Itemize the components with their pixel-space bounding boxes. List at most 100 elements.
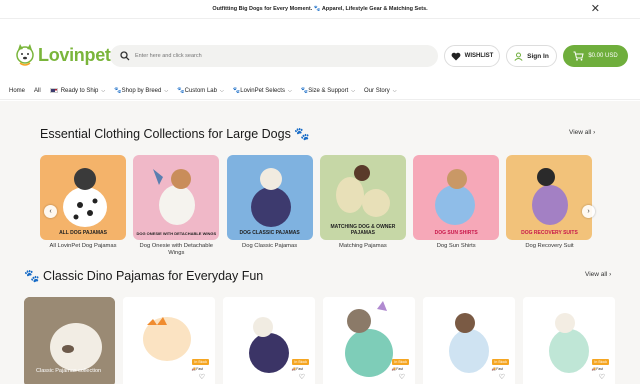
dog-illustration — [435, 169, 476, 225]
collection-promo-card[interactable]: Classic Pajamas collection — [24, 297, 115, 384]
chevron-right-icon: › — [587, 208, 590, 215]
sign-in-button[interactable]: Sign In — [506, 45, 557, 67]
fast-shipping-label: 🚚 Fast — [592, 367, 603, 371]
announcement-text: Outfitting Big Dogs for Every Moment. 🐾 … — [212, 6, 428, 12]
logo-text: Lovinpet — [38, 44, 111, 65]
collection-card[interactable]: DOG RECOVERY SUITS Dog Recovery Suit — [506, 155, 593, 257]
cart-total: $0.00 USD — [588, 53, 618, 59]
fast-label-text: Fast — [496, 367, 503, 371]
close-icon[interactable]: ✕ — [591, 3, 600, 15]
view-all-label: View all — [569, 129, 592, 136]
wishlist-label: WISHLIST — [464, 53, 494, 59]
nav-item-shop-by-breed[interactable]: 🐾Shop by Breed ⌵ — [114, 87, 169, 95]
nav-item-custom-lab[interactable]: 🐾Custom Lab ⌵ — [177, 87, 224, 95]
collection-card[interactable]: MATCHING DOG & OWNER PAJAMAS Matching Pa… — [319, 155, 406, 257]
chevron-down-icon: ⌵ — [164, 87, 169, 94]
collection-label: Matching Pajamas — [339, 243, 387, 249]
fast-label-text: Fast — [296, 367, 303, 371]
section-title: 🐾 Classic Dino Pajamas for Everyday Fun — [24, 269, 264, 283]
stock-badge: In Stock — [492, 359, 509, 365]
wishlist-heart-icon[interactable]: ♡ — [399, 373, 405, 381]
search-bar[interactable] — [110, 45, 438, 67]
logo[interactable]: Lovinpet — [14, 42, 111, 68]
collection-carousel: ALL DOG PAJAMAS All LovinPet Dog Pajamas… — [40, 155, 600, 257]
collection-banner: DOG SUN SHIRTS — [434, 230, 478, 236]
chevron-down-icon: ⌵ — [392, 87, 397, 94]
carousel-next-button[interactable]: › — [582, 205, 595, 218]
cart-button[interactable]: $0.00 USD — [563, 45, 628, 67]
collection-label: Dog Onesie with Detachable Wings — [139, 243, 214, 256]
dog-illustration — [153, 169, 196, 225]
collection-label: Dog Sun Shirts — [436, 243, 476, 249]
dog-logo-icon — [16, 44, 34, 66]
stock-badge: In Stock — [292, 359, 309, 365]
collection-label: Dog Recovery Suit — [525, 243, 574, 249]
chevron-down-icon: ⌵ — [351, 87, 356, 94]
nav-item-home[interactable]: Home — [9, 88, 25, 94]
wishlist-heart-icon[interactable]: ♡ — [199, 373, 205, 381]
product-card[interactable]: In Stock 🚚 Fast ♡ — [223, 297, 315, 384]
stock-badge: In Stock — [392, 359, 409, 365]
sign-in-label: Sign In — [527, 52, 549, 60]
collection-card[interactable]: DOG CLASSIC PAJAMAS Dog Classic Pajamas — [226, 155, 313, 257]
search-input[interactable] — [135, 53, 415, 59]
collection-image: DOG CLASSIC PAJAMAS — [226, 155, 313, 240]
nav-item-lovinpet-selects[interactable]: 🐾LovinPet Selects ⌵ — [232, 87, 292, 95]
collection-card[interactable]: DOG SUN SHIRTS Dog Sun Shirts — [413, 155, 500, 257]
collection-image: DOG RECOVERY SUITS — [506, 155, 593, 240]
collection-label: All LovinPet Dog Pajamas — [49, 243, 117, 249]
fast-shipping-label: 🚚 Fast — [192, 367, 203, 371]
chevron-down-icon: ⌵ — [287, 87, 292, 94]
nav-label: Ready to Ship — [60, 87, 99, 94]
nav-item-our-story[interactable]: Our Story ⌵ — [364, 88, 396, 94]
nav-label: 🐾Size & Support — [300, 88, 349, 94]
view-all-label: View all — [585, 271, 608, 278]
search-icon[interactable] — [120, 51, 130, 61]
promo-text: Classic Pajamas collection — [36, 368, 102, 374]
collection-card[interactable]: DOG ONESIE WITH DETACHABLE WINGS Dog One… — [133, 155, 220, 257]
view-all-link[interactable]: View all › — [585, 271, 611, 278]
site-header: Lovinpet WISHLIST Sign In $0.00 USD — [0, 33, 640, 79]
product-card[interactable]: In Stock 🚚 Fast ♡ — [323, 297, 415, 384]
collection-banner: DOG ONESIE WITH DETACHABLE WINGS — [136, 231, 217, 236]
wishlist-heart-icon[interactable]: ♡ — [499, 373, 505, 381]
collection-image: DOG ONESIE WITH DETACHABLE WINGS — [133, 155, 220, 240]
nav-item-ready-to-ship[interactable]: Ready to Ship ⌵ — [49, 87, 106, 94]
chevron-down-icon: ⌵ — [101, 87, 106, 94]
nav-label: Our Story — [364, 87, 390, 94]
nav-label: 🐾LovinPet Selects — [232, 88, 285, 94]
chevron-down-icon: ⌵ — [219, 87, 224, 94]
fast-label-text: Fast — [596, 367, 603, 371]
stock-badge: In Stock — [192, 359, 209, 365]
fast-shipping-label: 🚚 Fast — [492, 367, 503, 371]
view-all-link[interactable]: View all › — [569, 129, 595, 136]
collection-label: Dog Classic Pajamas — [242, 243, 298, 249]
collection-image: MATCHING DOG & OWNER PAJAMAS — [319, 155, 406, 240]
announcement-bar: Outfitting Big Dogs for Every Moment. 🐾 … — [0, 0, 640, 19]
product-card[interactable]: In Stock 🚚 Fast ♡ — [123, 297, 215, 384]
dog-illustration — [532, 168, 569, 225]
carousel-prev-button[interactable]: ‹ — [44, 205, 57, 218]
nav-label: 🐾Custom Lab — [177, 88, 217, 94]
nav-label: All — [34, 87, 41, 94]
wishlist-button[interactable]: WISHLIST — [444, 45, 500, 67]
stock-badge: In Stock — [592, 359, 609, 365]
collection-banner: ALL DOG PAJAMAS — [59, 230, 107, 236]
user-icon — [514, 52, 523, 61]
wishlist-heart-icon[interactable]: ♡ — [299, 373, 305, 381]
product-card[interactable]: In Stock 🚚 Fast ♡ — [523, 297, 615, 384]
collection-banner: DOG CLASSIC PAJAMAS — [239, 230, 300, 236]
section-title: Essential Clothing Collections for Large… — [40, 127, 310, 141]
nav-item-all[interactable]: All — [34, 88, 41, 94]
product-carousel: Classic Pajamas collection In Stock 🚚 Fas… — [24, 297, 623, 384]
product-card[interactable]: In Stock 🚚 Fast ♡ — [423, 297, 515, 384]
dog-illustration — [63, 168, 107, 227]
dog-illustration — [250, 168, 291, 227]
fast-label-text: Fast — [196, 367, 203, 371]
heart-icon — [451, 52, 461, 60]
nav-item-size-support[interactable]: 🐾Size & Support ⌵ — [300, 87, 356, 95]
fast-shipping-label: 🚚 Fast — [292, 367, 303, 371]
fast-label-text: Fast — [396, 367, 403, 371]
wishlist-heart-icon[interactable]: ♡ — [599, 373, 605, 381]
collection-image: DOG SUN SHIRTS — [413, 155, 500, 240]
